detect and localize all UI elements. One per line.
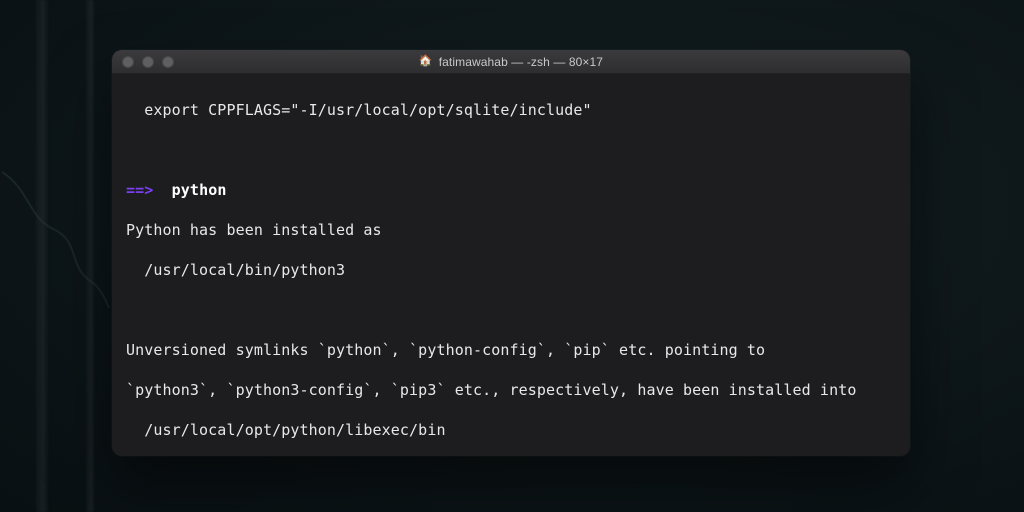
- term-line-blank: [126, 300, 896, 320]
- brew-arrow-icon: ==>: [126, 181, 153, 199]
- window-titlebar[interactable]: 🏠 fatimawahab — -zsh — 80×17: [112, 50, 910, 74]
- close-dot-icon[interactable]: [122, 56, 134, 68]
- term-line: `python3`, `python3-config`, `pip3` etc.…: [126, 380, 896, 400]
- term-line: /usr/local/opt/python/libexec/bin: [126, 420, 896, 440]
- brew-heading: python: [172, 181, 227, 199]
- term-line: export CPPFLAGS="-I/usr/local/opt/sqlite…: [126, 100, 896, 120]
- home-folder-icon: 🏠: [419, 56, 433, 67]
- window-traffic-lights: [122, 56, 174, 68]
- term-line-blank: [126, 140, 896, 160]
- terminal-viewport[interactable]: export CPPFLAGS="-I/usr/local/opt/sqlite…: [112, 74, 910, 456]
- minimize-dot-icon[interactable]: [142, 56, 154, 68]
- term-line: Python has been installed as: [126, 220, 896, 240]
- window-title: 🏠 fatimawahab — -zsh — 80×17: [419, 55, 603, 69]
- zoom-dot-icon[interactable]: [162, 56, 174, 68]
- term-heading-line: ==> python: [126, 180, 896, 200]
- term-line: /usr/local/bin/python3: [126, 260, 896, 280]
- window-title-text: fatimawahab — -zsh — 80×17: [439, 55, 603, 69]
- terminal-window: 🏠 fatimawahab — -zsh — 80×17 export CPPF…: [112, 50, 910, 456]
- term-line: Unversioned symlinks `python`, `python-c…: [126, 340, 896, 360]
